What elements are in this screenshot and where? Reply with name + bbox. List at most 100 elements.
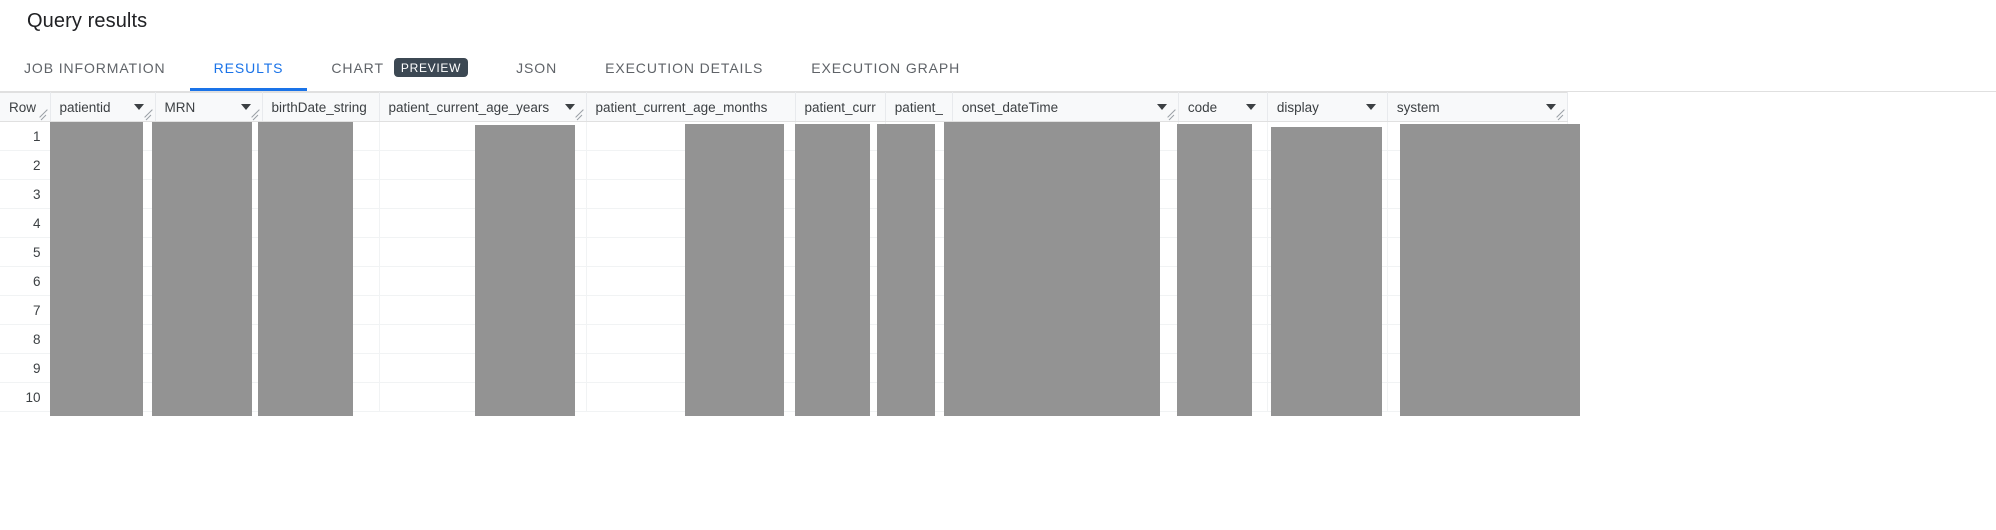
tab-json[interactable]: JSON (492, 44, 581, 91)
table-cell[interactable] (885, 324, 953, 354)
table-cell[interactable] (50, 121, 156, 151)
column-header-birthdate-string[interactable]: birthDate_string (262, 92, 380, 122)
table-cell[interactable] (262, 237, 380, 267)
column-header-display[interactable]: display (1267, 92, 1388, 122)
table-cell[interactable] (1387, 121, 1568, 151)
table-cell[interactable] (586, 324, 796, 354)
column-resize-handle-icon[interactable] (143, 109, 154, 120)
column-header-patient-current-age-months[interactable]: patient_current_age_months (586, 92, 796, 122)
chevron-down-icon[interactable] (1365, 104, 1376, 110)
table-cell[interactable] (586, 237, 796, 267)
table-cell[interactable] (1178, 208, 1268, 238)
table-cell[interactable] (1267, 237, 1388, 267)
table-cell[interactable] (952, 266, 1179, 296)
table-cell[interactable] (262, 295, 380, 325)
table-cell[interactable] (379, 266, 587, 296)
table-cell[interactable] (1387, 150, 1568, 180)
table-cell[interactable] (155, 295, 263, 325)
table-cell[interactable] (795, 179, 886, 209)
column-header-patient-curr[interactable]: patient_curr (795, 92, 886, 122)
table-cell[interactable] (1178, 121, 1268, 151)
table-cell[interactable] (795, 295, 886, 325)
tab-execution-graph[interactable]: EXECUTION GRAPH (787, 44, 984, 91)
table-cell[interactable] (1178, 179, 1268, 209)
table-cell[interactable] (1267, 295, 1388, 325)
table-cell[interactable] (155, 179, 263, 209)
table-cell[interactable] (262, 382, 380, 412)
table-cell[interactable] (1267, 121, 1388, 151)
column-resize-handle-icon[interactable] (38, 109, 49, 120)
table-cell[interactable] (262, 121, 380, 151)
table-row[interactable]: 4 (0, 208, 1568, 238)
table-cell[interactable] (1387, 324, 1568, 354)
table-cell[interactable] (952, 237, 1179, 267)
table-cell[interactable] (1178, 237, 1268, 267)
table-cell[interactable] (50, 237, 156, 267)
table-row[interactable]: 1 (0, 121, 1568, 151)
table-cell[interactable] (50, 179, 156, 209)
table-row[interactable]: 6 (0, 266, 1568, 296)
table-cell[interactable] (155, 208, 263, 238)
column-header-row[interactable]: Row (0, 92, 51, 122)
table-cell[interactable] (885, 295, 953, 325)
table-cell[interactable] (1387, 295, 1568, 325)
table-cell[interactable] (1387, 179, 1568, 209)
table-cell[interactable] (885, 121, 953, 151)
table-cell[interactable] (795, 353, 886, 383)
table-cell[interactable] (1387, 237, 1568, 267)
table-cell[interactable] (885, 353, 953, 383)
table-cell[interactable] (885, 150, 953, 180)
table-cell[interactable] (586, 179, 796, 209)
table-cell[interactable] (885, 208, 953, 238)
table-cell[interactable] (50, 208, 156, 238)
table-cell[interactable] (50, 295, 156, 325)
table-cell[interactable] (1267, 324, 1388, 354)
table-cell[interactable] (795, 208, 886, 238)
table-cell[interactable] (262, 150, 380, 180)
table-cell[interactable] (262, 266, 380, 296)
table-row[interactable]: 3 (0, 179, 1568, 209)
table-cell[interactable] (379, 179, 587, 209)
table-cell[interactable] (1178, 266, 1268, 296)
table-cell[interactable] (952, 150, 1179, 180)
table-cell[interactable] (50, 324, 156, 354)
table-cell[interactable] (1178, 150, 1268, 180)
table-cell[interactable] (952, 382, 1179, 412)
table-cell[interactable] (586, 208, 796, 238)
tab-results[interactable]: RESULTS (189, 44, 308, 91)
table-cell[interactable] (155, 324, 263, 354)
table-cell[interactable] (155, 150, 263, 180)
table-row[interactable]: 2 (0, 150, 1568, 180)
table-cell[interactable] (262, 208, 380, 238)
table-cell[interactable] (379, 237, 587, 267)
table-cell[interactable] (885, 382, 953, 412)
column-header-patient-current-age-years[interactable]: patient_current_age_years (379, 92, 587, 122)
table-cell[interactable] (1178, 353, 1268, 383)
column-header-system[interactable]: system (1387, 92, 1568, 122)
tab-job-information[interactable]: JOB INFORMATION (0, 44, 190, 91)
table-cell[interactable] (50, 150, 156, 180)
table-cell[interactable] (1267, 208, 1388, 238)
table-cell[interactable] (1267, 266, 1388, 296)
table-cell[interactable] (155, 237, 263, 267)
table-cell[interactable] (586, 295, 796, 325)
table-cell[interactable] (795, 266, 886, 296)
table-cell[interactable] (795, 324, 886, 354)
table-cell[interactable] (952, 295, 1179, 325)
column-header-mrn[interactable]: MRN (155, 92, 263, 122)
table-cell[interactable] (586, 353, 796, 383)
table-cell[interactable] (952, 121, 1179, 151)
table-cell[interactable] (155, 121, 263, 151)
table-cell[interactable] (885, 266, 953, 296)
table-cell[interactable] (795, 150, 886, 180)
table-cell[interactable] (1178, 324, 1268, 354)
chevron-down-icon[interactable] (1245, 104, 1256, 110)
table-cell[interactable] (952, 179, 1179, 209)
table-cell[interactable] (1387, 353, 1568, 383)
table-cell[interactable] (379, 208, 587, 238)
table-cell[interactable] (795, 121, 886, 151)
table-cell[interactable] (1267, 150, 1388, 180)
table-cell[interactable] (952, 208, 1179, 238)
column-resize-handle-icon[interactable] (1166, 109, 1177, 120)
table-row[interactable]: 9 (0, 353, 1568, 383)
